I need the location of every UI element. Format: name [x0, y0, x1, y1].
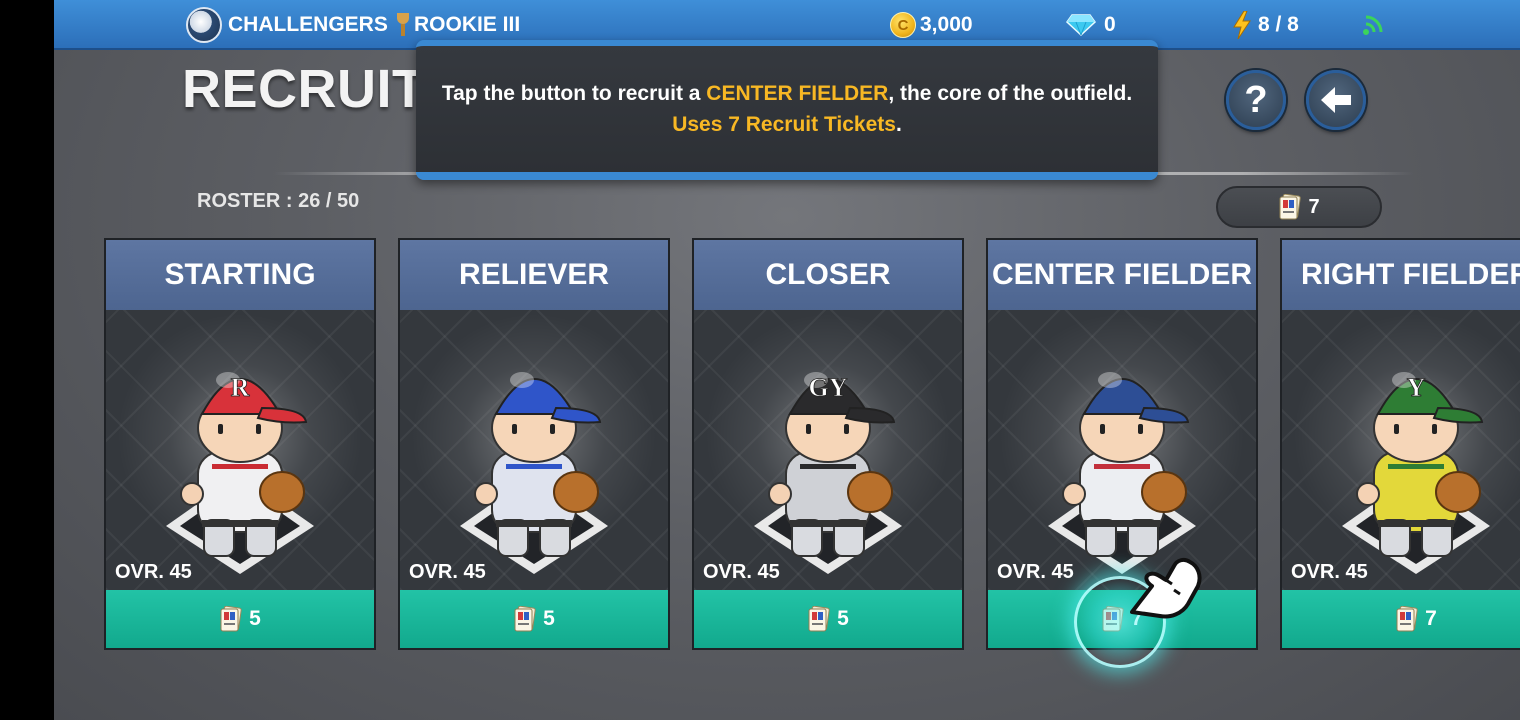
tooltip-line-1: Tap the button to recruit a CENTER FIELD… [442, 78, 1132, 109]
card-title: CLOSER [694, 240, 962, 310]
team-name: CHALLENGERS [228, 13, 388, 36]
player-avatar [1036, 324, 1208, 574]
tooltip-text: , the core of the outfield. [888, 82, 1133, 105]
recruit-card[interactable]: STARTING R OVR. 45 5 [104, 238, 376, 650]
svg-text:GY: GY [809, 373, 848, 402]
trophy-icon [396, 13, 410, 37]
tooltip-line-2: Uses 7 Recruit Tickets. [672, 109, 902, 140]
tooltip-text: . [895, 113, 902, 136]
help-button[interactable]: ? [1226, 70, 1286, 130]
player-avatar: Y [1330, 324, 1502, 574]
coin-amount: 3,000 [920, 13, 973, 36]
player-avatar: GY [742, 324, 914, 574]
team-logo-icon [186, 7, 222, 43]
overall-rating: OVR. 45 [1291, 561, 1368, 583]
bolt-icon [1232, 11, 1252, 39]
tutorial-tooltip: Tap the button to recruit a CENTER FIELD… [416, 40, 1158, 180]
recruit-button[interactable]: 5 [400, 590, 668, 648]
coin-icon: C [890, 12, 916, 38]
hand-pointer-icon [1122, 546, 1206, 622]
tooltip-text: Tap the button to recruit a [441, 82, 707, 105]
card-title: RIGHT FIELDER [1282, 240, 1520, 310]
svg-text:Y: Y [1407, 373, 1426, 402]
ticket-icon [219, 606, 243, 632]
back-button[interactable] [1306, 70, 1366, 130]
team-info[interactable]: CHALLENGERS [186, 0, 388, 50]
recruit-card[interactable]: RELIEVER OVR. 45 5 [398, 238, 670, 650]
card-portrait: Y OVR. 45 [1282, 310, 1520, 590]
ticket-icon [513, 606, 537, 632]
card-portrait: GY OVR. 45 [694, 310, 962, 590]
overall-rating: OVR. 45 [409, 561, 486, 583]
page-title: RECRUIT [182, 59, 426, 119]
back-arrow-icon [1319, 85, 1353, 115]
roster-count: ROSTER : 26 / 50 [197, 190, 360, 212]
tooltip-highlight: Uses 7 Recruit Tickets [672, 113, 896, 136]
overall-rating: OVR. 45 [115, 561, 192, 583]
wifi-signal-icon [1362, 14, 1384, 36]
connection-status [1362, 0, 1384, 50]
card-portrait: OVR. 45 [400, 310, 668, 590]
player-avatar [448, 324, 620, 574]
recruit-card[interactable]: RIGHT FIELDER Y OVR. 45 7 [1280, 238, 1520, 650]
ticket-icon [807, 606, 831, 632]
overall-rating: OVR. 45 [703, 561, 780, 583]
recruit-cost: 7 [1425, 607, 1437, 630]
tooltip-highlight: CENTER FIELDER [706, 82, 889, 105]
card-title: CENTER FIELDER [988, 240, 1256, 310]
recruit-button[interactable]: 5 [694, 590, 962, 648]
recruit-ticket-balance: 7 [1216, 186, 1382, 228]
diamond-icon [1066, 14, 1096, 36]
player-avatar: R [154, 324, 326, 574]
energy-balance[interactable]: 8 / 8 [1232, 0, 1299, 50]
help-icon: ? [1244, 78, 1268, 121]
card-title: RELIEVER [400, 240, 668, 310]
recruit-cost: 5 [837, 607, 849, 630]
card-portrait: R OVR. 45 [106, 310, 374, 590]
card-title: STARTING [106, 240, 374, 310]
ticket-icon [1395, 606, 1419, 632]
recruit-card[interactable]: CLOSER GY OVR. 45 5 [692, 238, 964, 650]
rank-label: ROOKIE III [414, 13, 521, 36]
recruit-cost: 5 [249, 607, 261, 630]
svg-text:R: R [231, 373, 250, 402]
game-screen: CHALLENGERS ROOKIE III C 3,000 0 8 / 8 R… [54, 0, 1520, 720]
recruit-button[interactable]: 5 [106, 590, 374, 648]
gem-amount: 0 [1104, 13, 1116, 36]
recruit-button[interactable]: 7 [1282, 590, 1520, 648]
ticket-icon [1278, 194, 1302, 220]
energy-amount: 8 / 8 [1258, 13, 1299, 36]
ticket-count: 7 [1308, 195, 1320, 218]
recruit-cost: 5 [543, 607, 555, 630]
overall-rating: OVR. 45 [997, 561, 1074, 583]
